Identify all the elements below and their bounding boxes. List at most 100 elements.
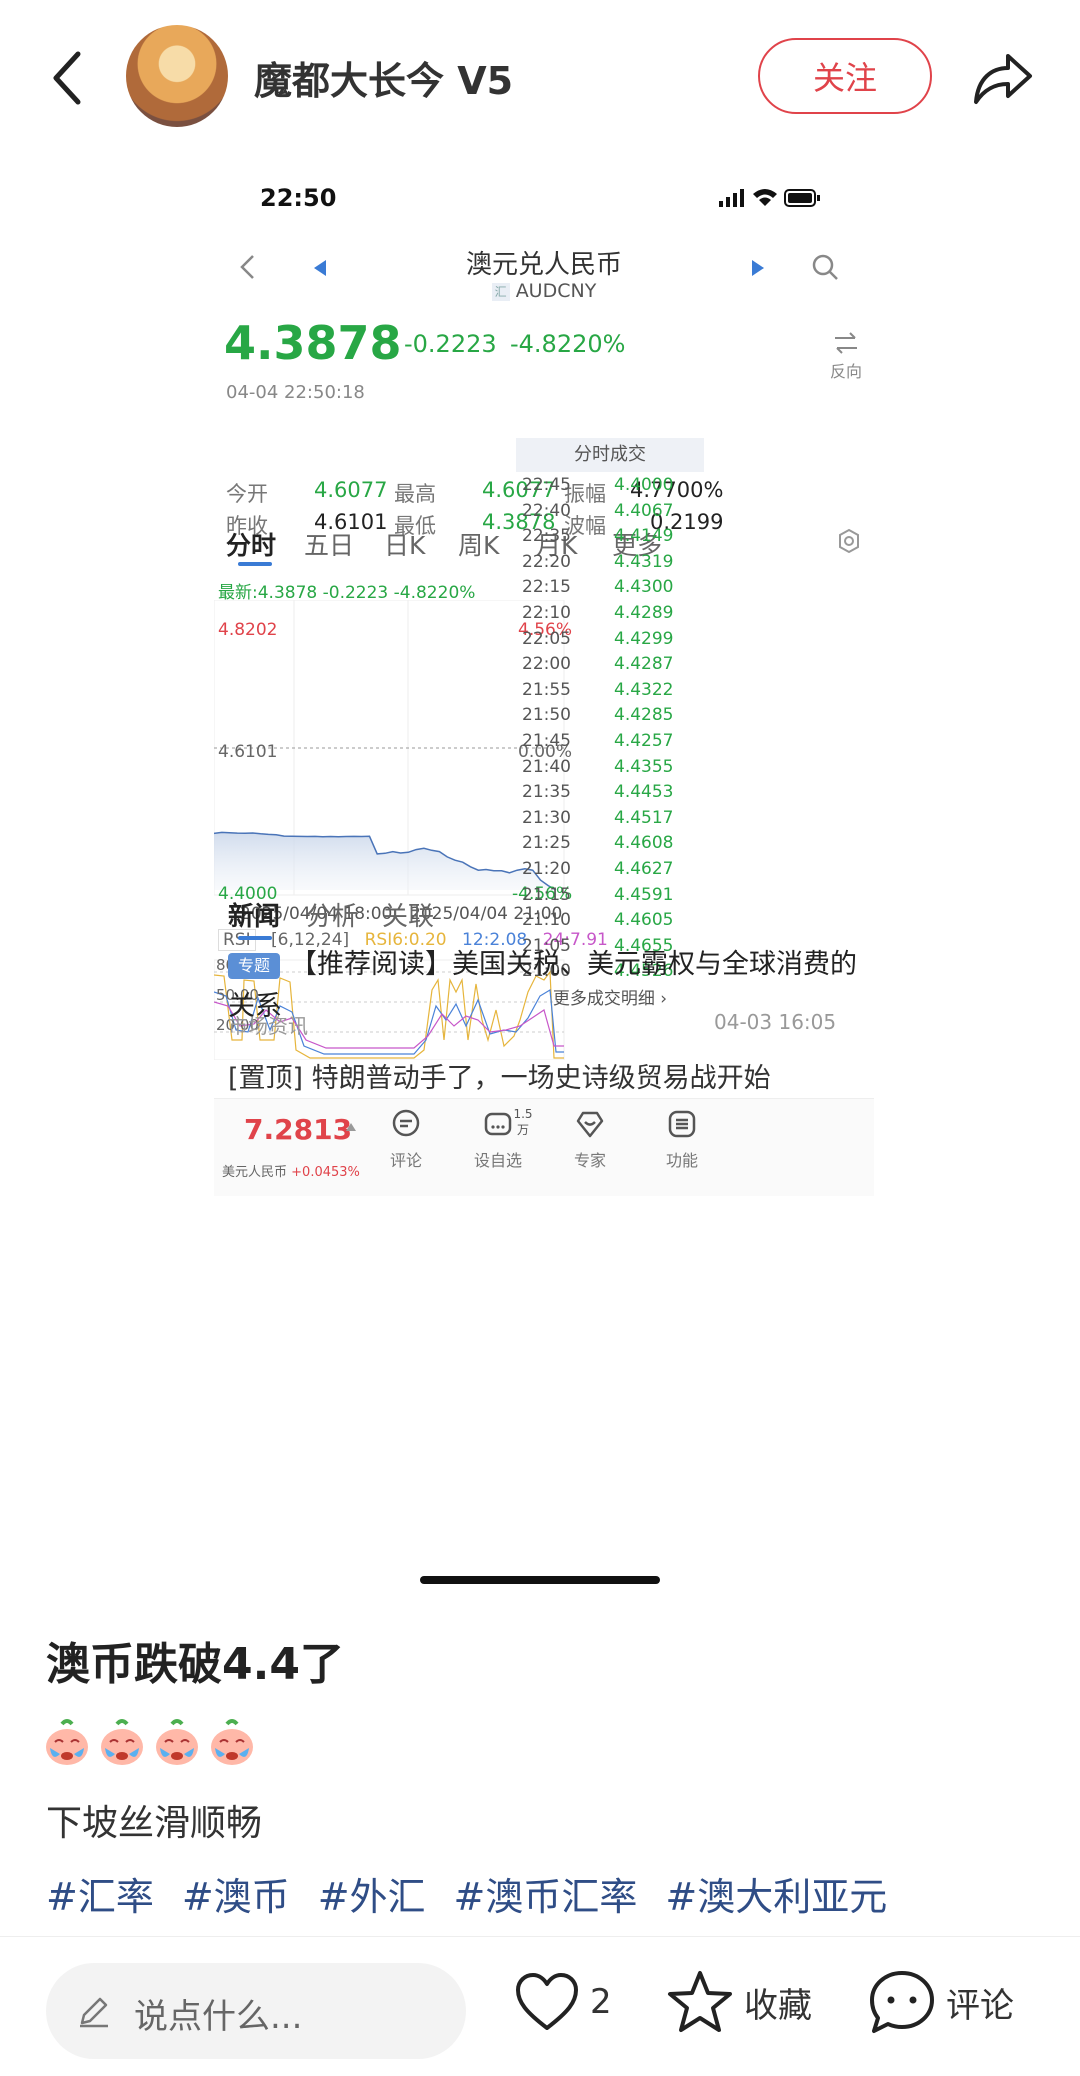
hashtag-2[interactable]: #澳币 xyxy=(182,1875,290,1919)
trade-time: 22:35 xyxy=(522,526,571,547)
collect-label: 收藏 xyxy=(744,1985,812,2026)
function-action[interactable]: 功能 xyxy=(642,1109,722,1171)
tab-five-day[interactable]: 五日 xyxy=(304,526,354,562)
news-tabs: 新闻 分析 关联 xyxy=(214,890,874,940)
trade-row: 21:45 4.4257 xyxy=(516,728,704,754)
trade-row: 21:35 4.4453 xyxy=(516,779,704,805)
swap-icon xyxy=(835,332,857,354)
price-change-pct: -4.8220% xyxy=(510,330,626,358)
trade-time: 21:45 xyxy=(522,730,571,751)
author-name[interactable]: 魔都大长今 V5 xyxy=(254,50,513,105)
news-tab-indicator xyxy=(238,936,272,940)
heart-icon xyxy=(516,1973,578,2030)
trades-header: 分时成交 xyxy=(516,438,704,472)
up-arrow-icon xyxy=(346,1123,356,1131)
crying-emoji-icon xyxy=(211,1719,253,1765)
author-avatar[interactable] xyxy=(126,25,228,127)
trade-time: 22:40 xyxy=(522,500,571,521)
comment-action-label: 评论 xyxy=(389,1151,422,1170)
trade-row: 22:00 4.4287 xyxy=(516,651,704,677)
trade-price: 4.4355 xyxy=(614,756,674,777)
price-change: -0.2223 xyxy=(404,330,497,358)
tab-weekly-k[interactable]: 周K xyxy=(458,526,499,562)
home-indicator xyxy=(420,1576,660,1584)
like-count: 2 xyxy=(590,1982,612,2022)
news-1-time: 04-03 16:05 xyxy=(714,1010,837,1034)
usdcny-line: 美元人民币 +0.0453% xyxy=(222,1161,360,1180)
chart-settings-icon[interactable] xyxy=(836,528,862,554)
tab-daily-k[interactable]: 日K xyxy=(384,526,425,562)
pair-name: 澳元兑人民币 xyxy=(465,250,622,280)
trade-price: 4.4067 xyxy=(614,500,674,521)
hashtag-1[interactable]: #汇率 xyxy=(46,1875,154,1919)
reverse-label: 反向 xyxy=(829,362,862,381)
comment-input[interactable]: 说点什么... xyxy=(46,1963,466,2059)
usdcny-name: 美元人民币 xyxy=(222,1165,288,1180)
trade-price: 4.4000 xyxy=(614,475,674,495)
tab-intraday[interactable]: 分时 xyxy=(226,526,276,562)
hashtag-5[interactable]: #澳大利亚元 xyxy=(665,1875,887,1919)
hashtag-3[interactable]: #外汇 xyxy=(318,1875,426,1919)
trade-row: 21:40 4.4355 xyxy=(516,754,704,780)
trade-price: 4.4517 xyxy=(614,807,674,828)
status-icons xyxy=(719,189,820,207)
news-1-source: 市场资讯 xyxy=(228,1014,308,1038)
post-header: 魔都大长今 V5 关注 xyxy=(0,0,1080,150)
trade-price: 4.4285 xyxy=(614,705,674,726)
trade-row: 22:05 4.4299 xyxy=(516,626,704,652)
pair-code: AUDCNY xyxy=(515,280,597,302)
trade-price: 4.4453 xyxy=(614,782,674,803)
star-icon xyxy=(668,1971,732,2032)
follow-button[interactable]: 关注 xyxy=(758,38,932,114)
reverse-button[interactable]: 反向 xyxy=(826,332,866,382)
comment-icon xyxy=(870,1971,934,2033)
post-title: 澳币跌破4.4了 xyxy=(46,1639,344,1690)
trade-row: 21:20 4.4627 xyxy=(516,856,704,882)
trade-price: 4.4257 xyxy=(614,730,674,751)
trade-time: 21:55 xyxy=(522,679,571,700)
pair-code-line: 汇 AUDCNY xyxy=(214,280,874,302)
share-icon[interactable] xyxy=(970,48,1034,108)
tab-news[interactable]: 新闻 xyxy=(228,896,280,933)
quote-timestamp: 04-04 22:50:18 xyxy=(226,382,365,403)
collect-button[interactable]: 收藏 xyxy=(666,1967,812,2037)
search-icon[interactable] xyxy=(810,252,840,282)
trade-time: 22:45 xyxy=(522,475,571,495)
usdcny-pct: +0.0453% xyxy=(291,1165,360,1180)
tab-analysis[interactable]: 分析 xyxy=(306,896,358,933)
quote-nav: 澳元兑人民币 汇 AUDCNY xyxy=(214,230,874,302)
trade-price: 4.4322 xyxy=(614,679,674,700)
expert-action[interactable]: 专家 xyxy=(550,1109,630,1171)
add-watchlist-action[interactable]: 1.5万 设自选 xyxy=(458,1107,538,1171)
trade-row: 21:30 4.4517 xyxy=(516,805,704,831)
tab-active-indicator xyxy=(238,562,272,566)
trade-price: 4.4287 xyxy=(614,654,674,675)
next-pair-icon[interactable] xyxy=(750,260,764,276)
embedded-screenshot: 22:50 澳元兑人民币 汇 AUDCNY 4.3878 -0.2223 -4.8… xyxy=(214,160,874,1550)
fx-icon: 汇 xyxy=(491,282,510,301)
news-item-2[interactable]: [置顶] 特朗普动手了，一场史诗级贸易战开始 xyxy=(228,1056,771,1095)
back-arrow-icon[interactable] xyxy=(48,48,88,108)
comment-button[interactable]: 评论 xyxy=(868,1967,1014,2037)
hashtag-4[interactable]: #澳币汇率 xyxy=(454,1875,638,1919)
usdcny-price[interactable]: 7.2813 xyxy=(244,1113,352,1146)
trade-time: 22:00 xyxy=(522,654,571,675)
hashtag-list: #汇率 #澳币 #外汇 #澳币汇率 #澳大利亚元 xyxy=(46,1866,915,1921)
comment-action[interactable]: 评论 xyxy=(366,1109,446,1171)
open-value: 4.6077 xyxy=(314,478,388,502)
function-icon xyxy=(668,1110,696,1138)
trade-time: 21:50 xyxy=(522,705,571,726)
trade-row: 21:50 4.4285 xyxy=(516,702,704,728)
high-label: 最高 xyxy=(394,482,436,506)
trade-time: 21:30 xyxy=(522,807,571,828)
trade-row: 22:45 4.4000 xyxy=(516,472,704,498)
trade-row: 22:10 4.4289 xyxy=(516,600,704,626)
post-body: 下坡丝滑顺畅 xyxy=(46,1803,263,1844)
tab-related[interactable]: 关联 xyxy=(382,896,434,933)
trade-time: 21:20 xyxy=(522,858,571,879)
like-button[interactable]: 2 xyxy=(514,1967,612,2037)
trade-row: 21:55 4.4322 xyxy=(516,677,704,703)
trade-price: 4.4149 xyxy=(614,526,674,547)
topic-tag: 专题 xyxy=(228,952,281,979)
trade-price: 4.4299 xyxy=(614,628,674,649)
